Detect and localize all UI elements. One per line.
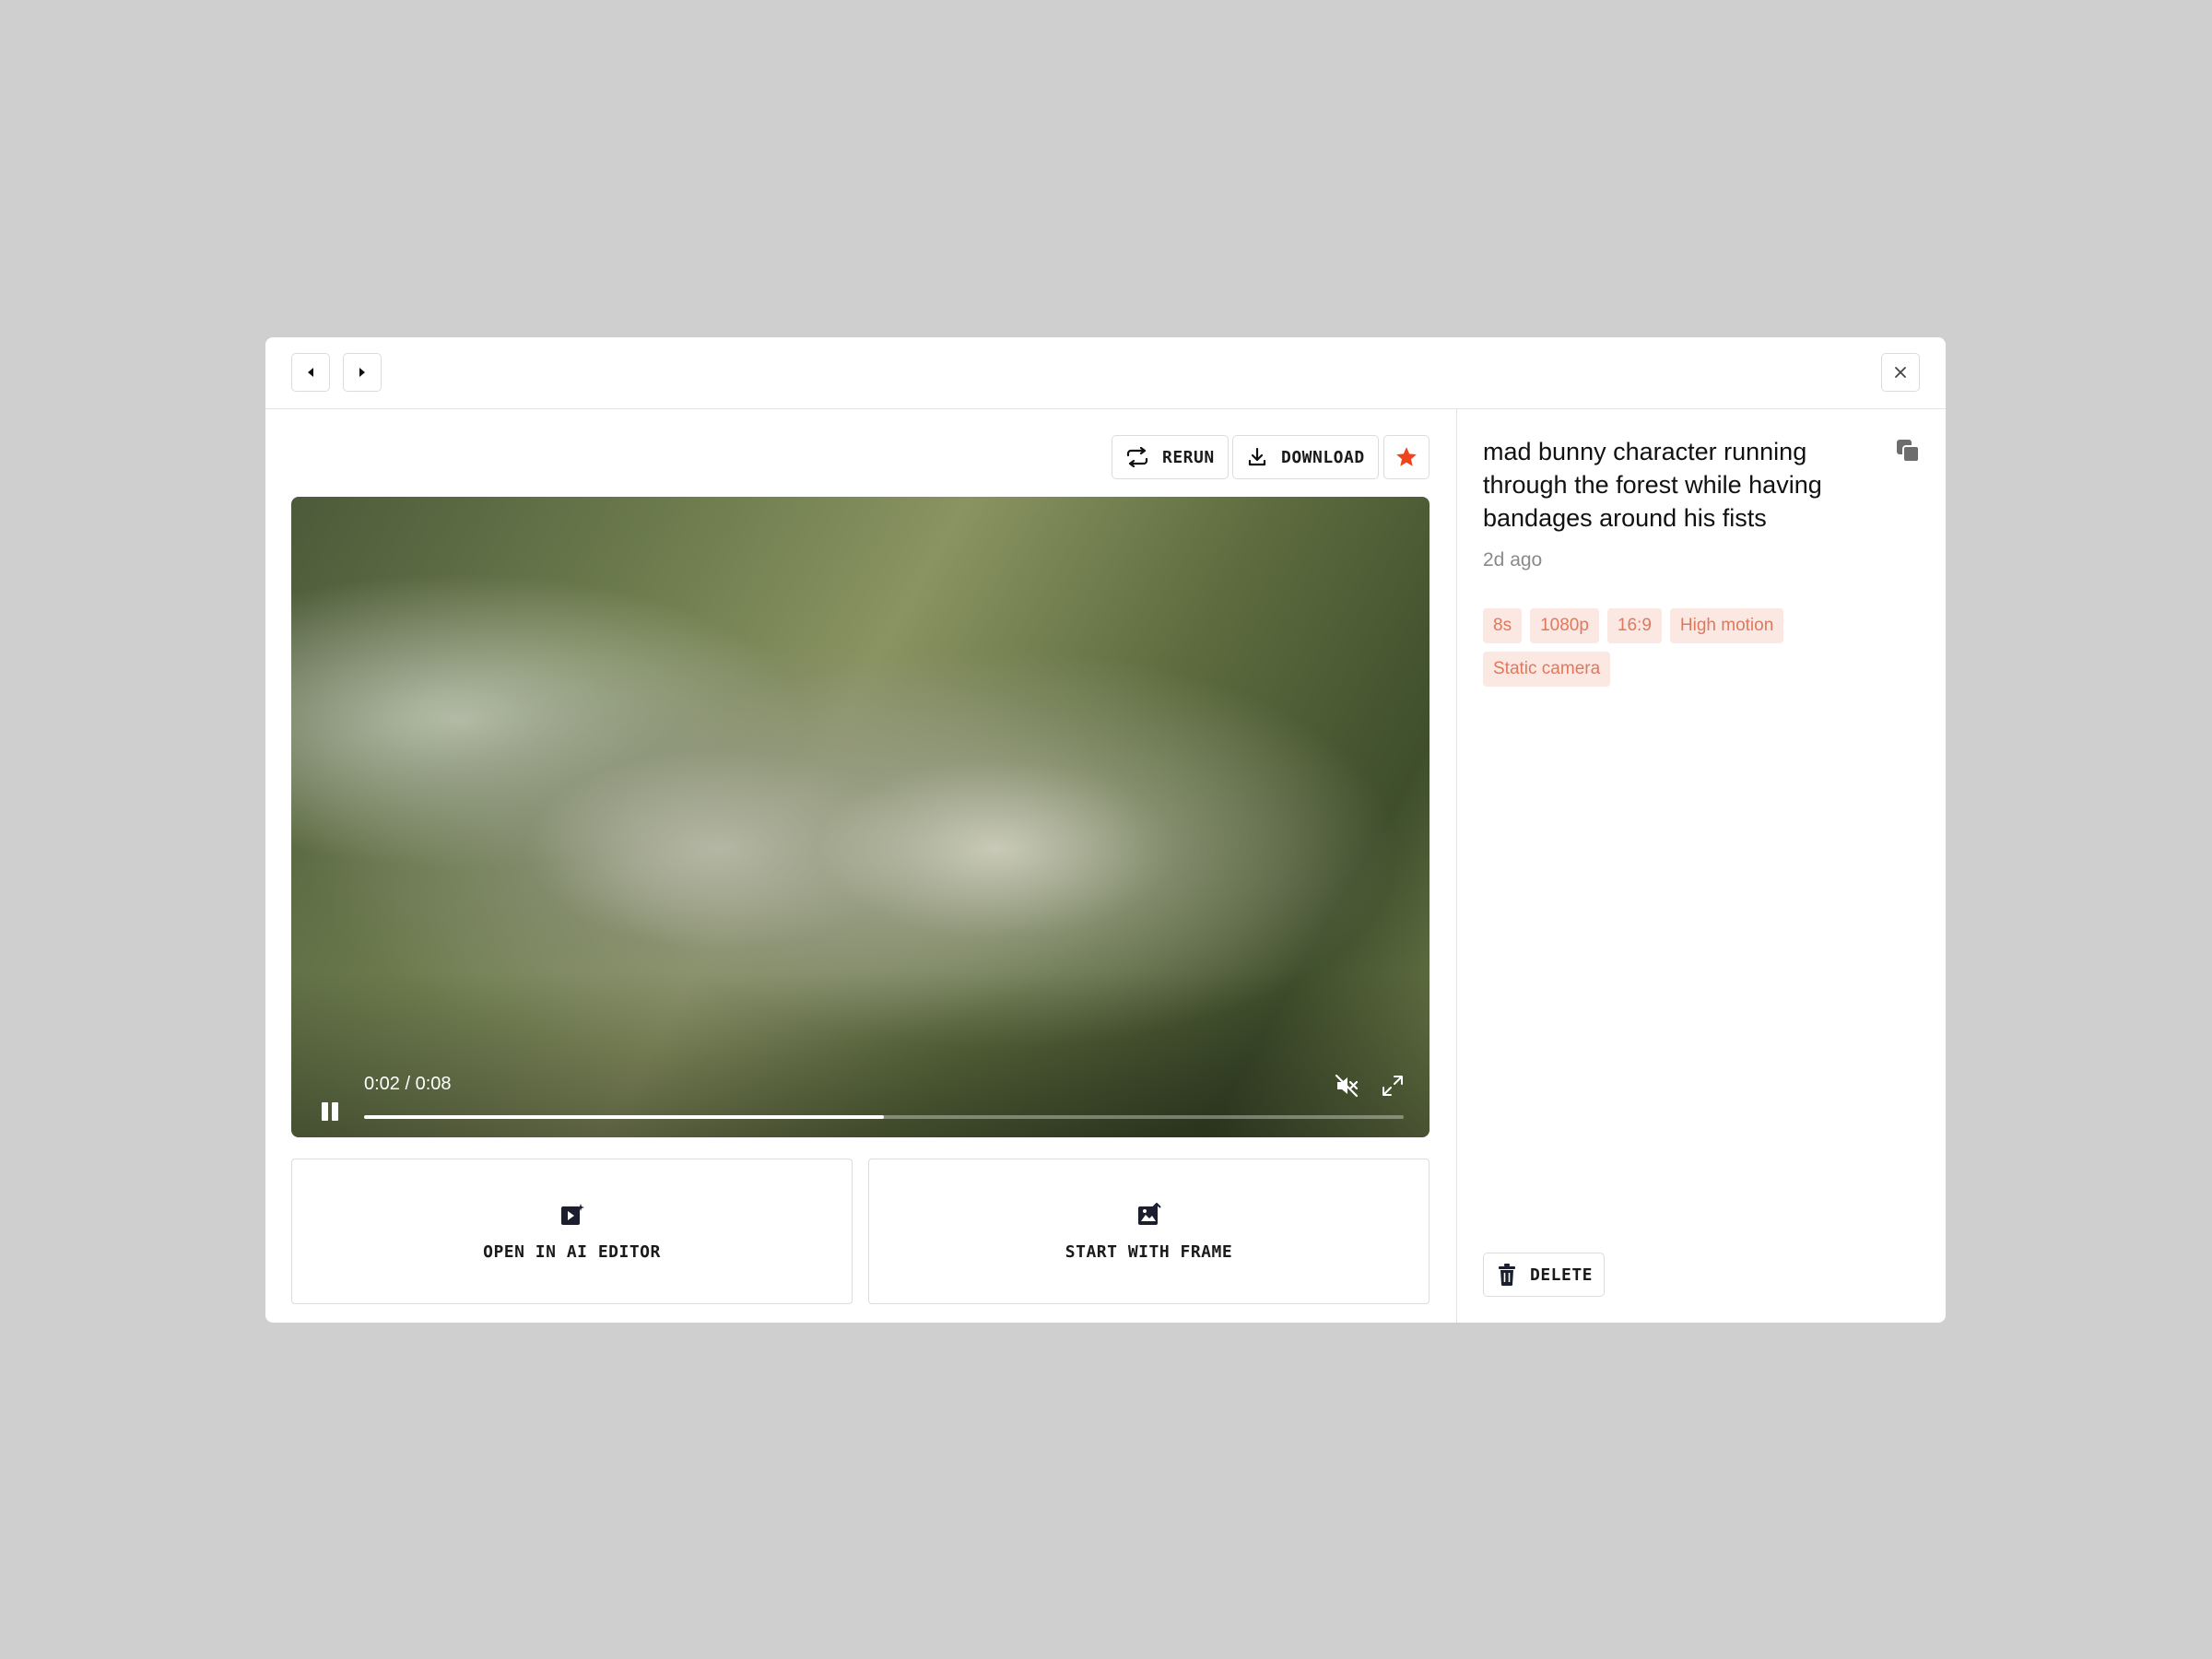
caret-left-icon (308, 368, 313, 377)
download-label: DOWNLOAD (1281, 447, 1365, 467)
pause-button[interactable] (319, 1100, 341, 1123)
prompt-text: mad bunny character running through the … (1483, 438, 1822, 532)
mute-button[interactable] (1332, 1071, 1361, 1100)
close-button[interactable] (1881, 353, 1920, 392)
star-icon (1396, 447, 1417, 466)
copy-icon (1897, 440, 1920, 463)
pause-icon (322, 1102, 328, 1121)
video-player[interactable]: 0:02 / 0:08 (291, 497, 1430, 1137)
open-in-ai-editor-label: OPEN IN AI EDITOR (483, 1241, 661, 1262)
video-progress-fill (364, 1115, 884, 1119)
media-detail-modal: RERUN DOWNLOAD 0:02 / 0:08 OPEN IN AI ED… (265, 337, 1946, 1323)
expand-icon (1382, 1076, 1403, 1096)
tag-chip: 1080p (1530, 608, 1599, 643)
favorite-button[interactable] (1383, 435, 1430, 479)
tag-list: 8s 1080p 16:9 High motion Static camera (1483, 608, 1852, 687)
video-controls-shade (291, 971, 1430, 1137)
tag-chip: High motion (1669, 608, 1784, 643)
start-with-frame-button[interactable]: START WITH FRAME (868, 1159, 1430, 1304)
tag-chip: 8s (1483, 608, 1523, 643)
prev-button[interactable] (291, 353, 330, 392)
download-icon (1248, 447, 1266, 466)
download-button[interactable]: DOWNLOAD (1232, 435, 1379, 479)
details-panel: mad bunny character running through the … (1456, 409, 1946, 1323)
rerun-button[interactable]: RERUN (1112, 435, 1229, 479)
copy-prompt-button[interactable] (1894, 437, 1922, 465)
created-time: 2d ago (1483, 549, 1543, 571)
tag-chip: Static camera (1483, 652, 1611, 687)
media-panel: RERUN DOWNLOAD 0:02 / 0:08 OPEN IN AI ED… (265, 409, 1455, 1323)
volume-muted-icon (1335, 1074, 1359, 1098)
ai-video-editor-icon (560, 1203, 584, 1225)
frame-image-icon (1137, 1202, 1160, 1225)
trash-icon (1499, 1264, 1515, 1286)
video-time: 0:02 / 0:08 (364, 1074, 452, 1094)
delete-label: DELETE (1530, 1265, 1594, 1285)
modal-topbar (265, 337, 1946, 409)
close-icon (1895, 367, 1906, 378)
fullscreen-button[interactable] (1378, 1071, 1407, 1100)
start-with-frame-label: START WITH FRAME (1065, 1241, 1233, 1262)
rerun-label: RERUN (1162, 447, 1215, 467)
open-in-ai-editor-button[interactable]: OPEN IN AI EDITOR (291, 1159, 853, 1304)
next-button[interactable] (343, 353, 382, 392)
tag-chip: 16:9 (1606, 608, 1662, 643)
caret-right-icon (359, 368, 365, 377)
repeat-icon (1126, 447, 1148, 467)
delete-button[interactable]: DELETE (1483, 1253, 1606, 1297)
video-progress-bar[interactable] (364, 1115, 1404, 1119)
